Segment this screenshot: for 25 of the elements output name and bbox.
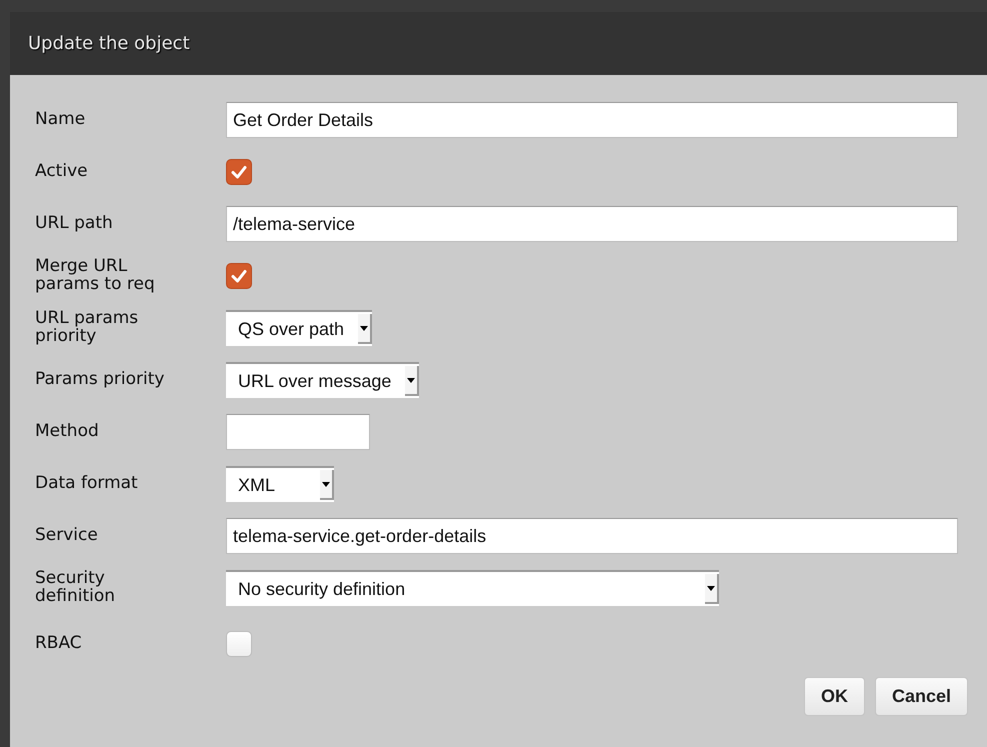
text-field[interactable]: telema-service.get-order-details xyxy=(226,518,958,554)
field-label: RBAC xyxy=(35,635,83,653)
text-field[interactable] xyxy=(226,414,370,450)
field-label: URL params priority xyxy=(35,310,140,346)
checkbox[interactable] xyxy=(226,631,252,657)
ok-button[interactable]: OK xyxy=(804,677,865,716)
field-label: Security definition xyxy=(35,570,116,606)
dialog-title: Update the object xyxy=(28,33,190,54)
text-field[interactable]: Get Order Details xyxy=(226,102,958,138)
field-label: URL path xyxy=(35,215,114,233)
text-field[interactable]: /telema-service xyxy=(226,206,958,242)
dropdown[interactable]: QS over path xyxy=(226,310,372,346)
field-label: Active xyxy=(35,163,89,181)
dropdown[interactable]: XML xyxy=(226,466,334,502)
checkbox[interactable] xyxy=(226,263,252,289)
field-label: Name xyxy=(35,111,86,129)
cancel-button[interactable]: Cancel xyxy=(874,677,968,716)
field-label: Service xyxy=(35,527,99,545)
checkbox[interactable] xyxy=(226,159,252,185)
field-label: Params priority xyxy=(35,371,166,389)
field-label: Method xyxy=(35,423,100,441)
field-label: Merge URL params to req xyxy=(35,258,156,294)
dropdown[interactable]: No security definition xyxy=(226,570,719,606)
dropdown[interactable]: URL over message xyxy=(226,362,420,398)
field-label: Data format xyxy=(35,475,139,493)
